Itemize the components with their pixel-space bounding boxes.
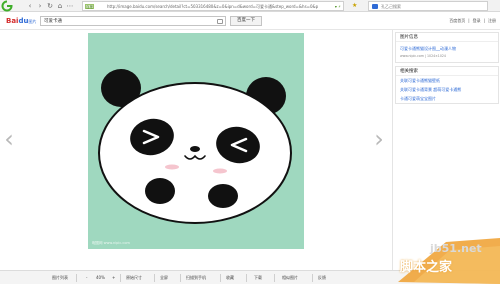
favorite-star-icon[interactable]: ★ bbox=[352, 2, 357, 10]
browser-logo-icon[interactable] bbox=[1, 0, 13, 12]
prev-arrow-icon[interactable]: ‹ bbox=[2, 126, 16, 152]
divider bbox=[76, 274, 77, 282]
related-search-item[interactable]: 卡通可爱萌宝宝图片 bbox=[396, 94, 498, 103]
panda-paw-left bbox=[145, 178, 175, 204]
search-engine-icon[interactable] bbox=[372, 4, 378, 9]
image-info-meta: www.nipic.com | 1024×1024 bbox=[400, 54, 446, 58]
related-search-heading: 相关搜索 bbox=[396, 67, 498, 76]
panda-blush-right bbox=[213, 168, 227, 174]
browser-search-placeholder[interactable]: 孔乙己搜索 bbox=[381, 3, 401, 10]
image-info-card: 图片信息 可爱卡通熊猫设计图__动漫人物 www.nipic.com | 102… bbox=[395, 32, 499, 63]
related-search-card: 相关搜索 关联可爱卡通熊猫壁纸 关联可爱卡通背景 超萌可爱卡通熊 卡通可爱萌宝宝… bbox=[395, 66, 499, 104]
main-image[interactable]: 昵图网 www.nipic.com bbox=[88, 33, 304, 249]
download-button[interactable]: 下载 bbox=[254, 274, 262, 282]
divider bbox=[312, 274, 313, 282]
back-icon[interactable]: ‹ bbox=[26, 2, 34, 10]
next-arrow-icon[interactable]: › bbox=[372, 126, 386, 152]
address-url[interactable]: http://image.baidu.com/search/detail?ct=… bbox=[107, 3, 318, 10]
image-watermark: 昵图网 www.nipic.com bbox=[92, 241, 130, 245]
image-info-title[interactable]: 可爱卡通熊猫设计图__动漫人物 bbox=[396, 42, 498, 53]
favorite-button[interactable]: 收藏 bbox=[226, 274, 234, 282]
camera-icon[interactable] bbox=[217, 19, 223, 24]
divider bbox=[120, 274, 121, 282]
panda-paw-right bbox=[208, 184, 238, 208]
search-field[interactable] bbox=[40, 16, 226, 26]
divider bbox=[154, 274, 155, 282]
register-link[interactable]: 注册 bbox=[488, 18, 496, 23]
search-button[interactable]: 百度一下 bbox=[230, 16, 262, 26]
reload-icon[interactable]: ↻ bbox=[46, 2, 54, 10]
baidu-header: Baidu图片 百度一下 百度首页|登录|注册 bbox=[0, 12, 500, 30]
site-watermark-url: jb51.net bbox=[430, 242, 482, 255]
browser-toolbar: ‹ › ↻ ⌂ ⋯ 百度 http://image.baidu.com/sear… bbox=[0, 0, 500, 12]
login-link[interactable]: 登录 bbox=[473, 18, 481, 23]
forward-icon[interactable]: › bbox=[36, 2, 44, 10]
panda-nose bbox=[190, 146, 200, 152]
feedback-button[interactable]: 反馈 bbox=[318, 274, 326, 282]
divider bbox=[220, 274, 221, 282]
scan-to-phone-button[interactable]: 扫描到手机 bbox=[186, 274, 206, 282]
site-badge: 百度 bbox=[85, 4, 94, 9]
more-icon[interactable]: ⋯ bbox=[66, 2, 74, 10]
panda-blush-left bbox=[165, 164, 179, 170]
baidu-logo[interactable]: Baidu图片 bbox=[6, 17, 36, 25]
image-list-button[interactable]: 图片列表 bbox=[52, 274, 68, 282]
image-info-heading: 图片信息 bbox=[396, 33, 498, 42]
divider bbox=[180, 274, 181, 282]
related-search-item[interactable]: 关联可爱卡通熊猫壁纸 bbox=[396, 76, 498, 85]
logo-img: 图片 bbox=[28, 19, 37, 24]
logo-bai: Bai bbox=[6, 17, 19, 25]
site-watermark-name: 脚本之家 bbox=[400, 260, 453, 275]
zoom-in-button[interactable]: + bbox=[112, 274, 115, 282]
home-link[interactable]: 百度首页 bbox=[449, 18, 465, 23]
divider bbox=[246, 274, 247, 282]
divider bbox=[274, 274, 275, 282]
similar-images-button[interactable]: 相似图片 bbox=[282, 274, 298, 282]
image-viewer: ‹ 昵图网 www.nipic.com › bbox=[0, 30, 391, 270]
logo-du: du bbox=[18, 17, 29, 25]
browser-search-box[interactable]: 孔乙己搜索 bbox=[368, 1, 488, 11]
zoom-level: 40% bbox=[96, 275, 105, 280]
address-bar[interactable]: 百度 http://image.baidu.com/search/detail?… bbox=[82, 1, 344, 11]
right-sidebar: 图片信息 可爱卡通熊猫设计图__动漫人物 www.nipic.com | 102… bbox=[392, 30, 500, 270]
panda-head bbox=[98, 82, 292, 224]
home-icon[interactable]: ⌂ bbox=[56, 2, 64, 10]
zoom-out-button[interactable]: - bbox=[86, 274, 87, 282]
search-input[interactable] bbox=[41, 17, 211, 25]
panda-illustration bbox=[98, 69, 292, 224]
related-search-item[interactable]: 关联可爱卡通背景 超萌可爱卡通熊 bbox=[396, 85, 498, 94]
header-links: 百度首页 | 登录 | 注册 bbox=[449, 18, 496, 23]
address-actions-icon[interactable]: ▾ ⚡ bbox=[335, 3, 341, 10]
fullscreen-button[interactable]: 全屏 bbox=[160, 274, 168, 282]
original-size-button[interactable]: 原始尺寸 bbox=[126, 274, 142, 282]
